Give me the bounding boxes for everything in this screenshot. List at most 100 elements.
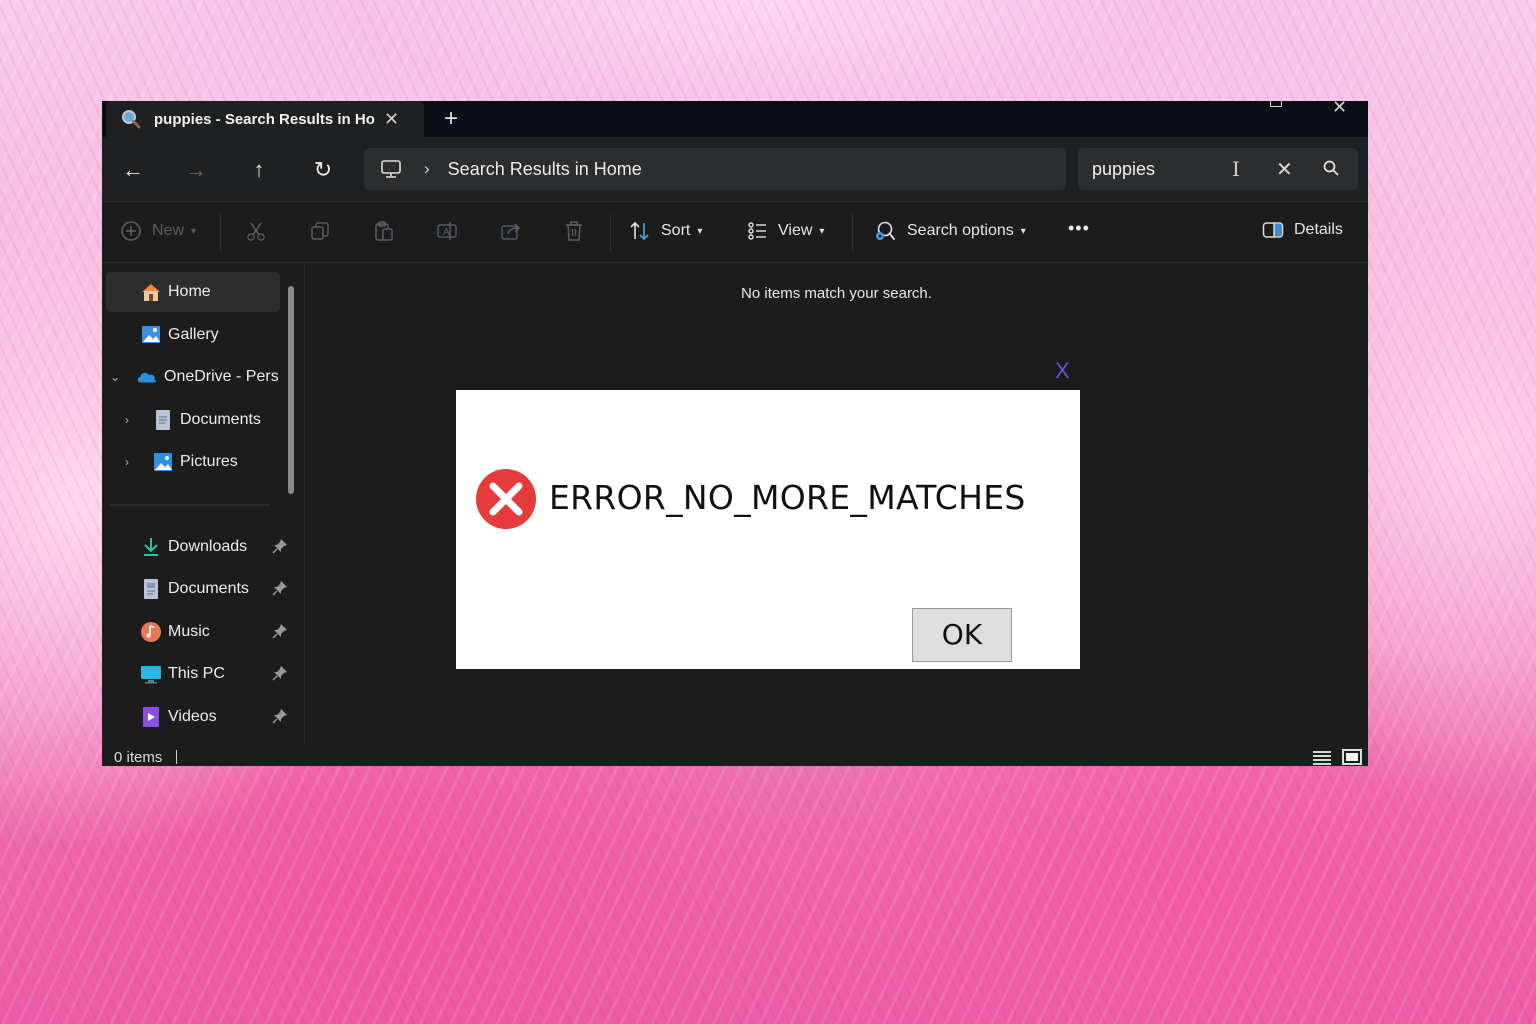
- sidebar-item-label: Pictures: [180, 453, 238, 470]
- chevron-right-icon[interactable]: ›: [120, 455, 134, 469]
- sidebar-item-this-pc[interactable]: This PC: [106, 654, 287, 694]
- up-button[interactable]: ↑: [246, 157, 272, 183]
- sidebar-item-onedrive-pictures[interactable]: › Pictures: [106, 442, 280, 482]
- chevron-down-icon: ▾: [697, 225, 703, 237]
- share-icon: [501, 223, 521, 240]
- paste-icon: [375, 221, 393, 241]
- navigation-pane: Home Gallery ⌄ OneDrive - Perso › Docume…: [102, 264, 304, 744]
- new-button[interactable]: New ▾: [120, 220, 196, 242]
- more-options-button[interactable]: •••: [1068, 218, 1090, 239]
- home-icon: [140, 281, 162, 303]
- new-tab-button[interactable]: +: [444, 105, 458, 133]
- error-message: ERROR_NO_MORE_MATCHES: [549, 478, 1026, 517]
- sidebar-item-label: OneDrive - Perso: [164, 368, 278, 385]
- item-count: 0 items: [114, 749, 163, 766]
- sidebar-item-documents[interactable]: Documents: [106, 569, 287, 609]
- search-options-label: Search options: [907, 222, 1014, 239]
- sidebar-item-label: Documents: [180, 411, 261, 428]
- sidebar-item-videos[interactable]: Videos: [106, 697, 287, 737]
- downloads-icon: [140, 536, 162, 558]
- documents-icon: [140, 578, 162, 600]
- pin-icon[interactable]: [272, 665, 288, 681]
- status-bar: 0 items: [102, 744, 1368, 766]
- paste-button[interactable]: [373, 220, 395, 242]
- sidebar-item-label: Home: [168, 283, 211, 300]
- maximize-icon: [1270, 101, 1282, 107]
- sidebar-item-downloads[interactable]: Downloads: [106, 527, 287, 567]
- forward-button[interactable]: →: [183, 157, 209, 183]
- sidebar-item-label: Music: [168, 623, 210, 640]
- error-dialog: ERROR_NO_MORE_MATCHES OK: [456, 390, 1080, 669]
- sidebar-item-gallery[interactable]: Gallery: [106, 315, 280, 355]
- sidebar-item-onedrive[interactable]: ⌄ OneDrive - Perso: [106, 357, 280, 397]
- tab-search-results[interactable]: puppies - Search Results in Ho ✕: [106, 101, 424, 137]
- address-bar[interactable]: › Search Results in Home: [364, 148, 1066, 190]
- command-bar: New ▾ A Sort ▾ View ▾ Search options ▾ •…: [102, 201, 1368, 263]
- divider: [852, 214, 853, 252]
- maximize-button[interactable]: [1270, 101, 1282, 107]
- pin-icon[interactable]: [272, 708, 288, 724]
- divider: [110, 504, 270, 506]
- clear-search-button[interactable]: ✕: [1276, 157, 1293, 182]
- pane-divider[interactable]: [304, 264, 305, 744]
- details-view-button[interactable]: [1312, 749, 1332, 765]
- add-circle-icon: [121, 221, 141, 241]
- sidebar-item-label: Videos: [168, 708, 217, 725]
- gallery-icon: [140, 324, 162, 346]
- pictures-icon: [152, 451, 174, 473]
- pin-icon[interactable]: [272, 623, 288, 639]
- sidebar-scrollbar[interactable]: [288, 286, 294, 494]
- sidebar-item-home[interactable]: Home: [106, 272, 280, 312]
- breadcrumb-location[interactable]: Search Results in Home: [448, 159, 642, 180]
- trash-icon: [566, 221, 582, 241]
- view-button[interactable]: View ▾: [746, 220, 824, 242]
- sidebar-item-label: This PC: [168, 665, 225, 682]
- dialog-close-button[interactable]: X: [1055, 358, 1070, 384]
- chevron-down-icon[interactable]: ⌄: [108, 370, 122, 384]
- onedrive-icon: [136, 366, 158, 388]
- new-label: New: [152, 222, 185, 239]
- search-options-button[interactable]: Search options ▾: [873, 220, 1026, 242]
- close-window-button[interactable]: ✕: [1332, 101, 1347, 118]
- details-pane-button[interactable]: Details: [1262, 220, 1343, 240]
- videos-icon: [140, 706, 162, 728]
- this-pc-icon: [381, 160, 401, 178]
- sidebar-item-label: Gallery: [168, 326, 219, 343]
- view-list-icon: [748, 222, 766, 240]
- rename-icon: A: [437, 222, 457, 240]
- large-icons-view-button[interactable]: [1342, 749, 1362, 765]
- music-icon: [140, 621, 162, 643]
- details-label: Details: [1294, 221, 1343, 238]
- sidebar-item-music[interactable]: Music: [106, 612, 287, 652]
- pin-icon[interactable]: [272, 580, 288, 596]
- search-icon[interactable]: [1322, 159, 1340, 177]
- chevron-down-icon: ▾: [191, 225, 197, 237]
- copy-button[interactable]: [309, 220, 331, 242]
- divider: [220, 214, 221, 252]
- rename-button[interactable]: A: [436, 220, 458, 242]
- view-label: View: [778, 222, 813, 239]
- sort-button[interactable]: Sort ▾: [629, 220, 702, 242]
- delete-button[interactable]: [563, 220, 585, 242]
- sidebar-item-onedrive-documents[interactable]: › Documents: [106, 400, 280, 440]
- search-box[interactable]: I ✕: [1078, 148, 1358, 190]
- divider: [176, 750, 177, 764]
- error-icon: [476, 469, 536, 529]
- this-pc-icon: [140, 663, 162, 685]
- pin-icon[interactable]: [272, 538, 288, 554]
- title-bar: puppies - Search Results in Ho ✕ + ✕: [102, 101, 1368, 137]
- share-button[interactable]: [500, 220, 522, 242]
- text-cursor-icon: I: [1232, 157, 1240, 181]
- ok-button[interactable]: OK: [912, 608, 1012, 662]
- details-pane-icon: [1262, 222, 1284, 238]
- refresh-button[interactable]: ↻: [310, 157, 336, 183]
- tab-title: puppies - Search Results in Ho: [154, 110, 375, 128]
- cut-button[interactable]: [245, 220, 267, 242]
- search-input[interactable]: [1092, 158, 1222, 180]
- back-button[interactable]: ←: [120, 157, 146, 183]
- documents-icon: [152, 409, 174, 431]
- chevron-right-icon[interactable]: ›: [120, 413, 134, 427]
- tab-close-button[interactable]: ✕: [384, 109, 399, 130]
- sort-icon: [630, 221, 649, 241]
- breadcrumb-chevron-icon[interactable]: ›: [424, 159, 430, 179]
